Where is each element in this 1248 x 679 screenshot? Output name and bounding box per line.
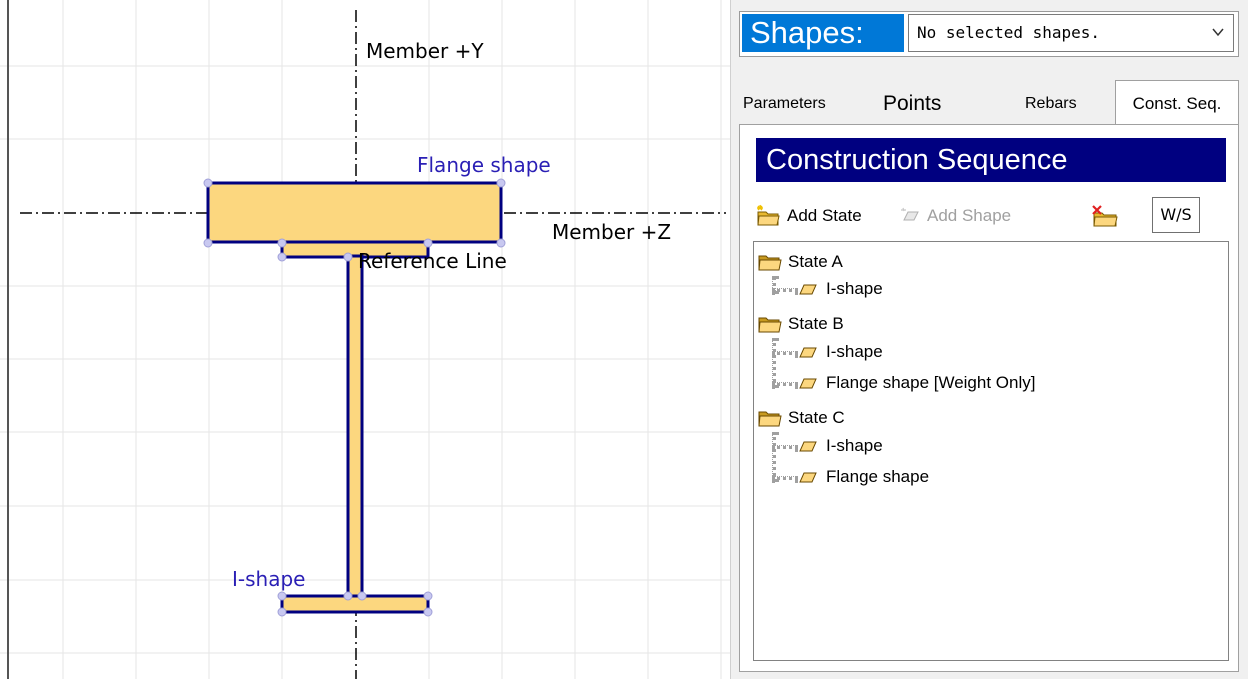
shapes-select-value: No selected shapes. — [917, 23, 1101, 42]
tree-item-shape[interactable]: Flange shape — [798, 462, 929, 492]
i-shape[interactable] — [280, 238, 430, 614]
construction-sequence-title: Construction Sequence — [756, 138, 1226, 182]
shape-icon — [799, 378, 817, 389]
tree-item-shape[interactable]: I-shape — [798, 274, 883, 304]
folder-icon — [758, 255, 782, 271]
tree-item-label: State B — [788, 314, 844, 333]
shape-icon — [799, 347, 817, 358]
tree-item-label: State A — [788, 252, 843, 271]
shapes-select[interactable]: No selected shapes. — [908, 14, 1234, 52]
construction-sequence-pane: Construction Sequence Add State Add Shap… — [739, 124, 1239, 672]
tab-strip: Parameters Points Rebars Const. Seq. — [739, 80, 1239, 124]
tab-const-seq[interactable]: Const. Seq. — [1115, 80, 1239, 124]
folder-add-icon — [757, 204, 780, 226]
shapes-bar: Shapes: No selected shapes. — [739, 11, 1239, 57]
tree-item-label: Flange shape [Weight Only] — [826, 373, 1036, 392]
add-shape-icon — [901, 207, 919, 221]
shape-icon — [799, 284, 817, 295]
axis-y-label: Member +Y — [366, 39, 484, 63]
delete-button[interactable] — [1090, 197, 1120, 235]
construction-tree[interactable]: State A I-shape State B I-shape Flange s… — [753, 241, 1229, 661]
shape-icon — [799, 472, 817, 483]
grid — [0, 0, 730, 679]
tree-item-shape[interactable]: I-shape — [798, 337, 883, 367]
shape-icon — [799, 441, 817, 452]
shapes-panel: Shapes: No selected shapes. Parameters P… — [730, 0, 1248, 679]
reference-line-label: Reference Line — [358, 249, 507, 273]
tab-points[interactable]: Points — [883, 86, 941, 122]
tree-item-state-c[interactable]: State C — [758, 403, 845, 433]
tree-item-label: I-shape — [826, 342, 883, 361]
tab-parameters[interactable]: Parameters — [743, 86, 826, 122]
tree-item-state-b[interactable]: State B — [758, 309, 844, 339]
flange-shape-label: Flange shape — [417, 153, 551, 177]
toolbar: Add State Add Shape W/S — [756, 197, 1226, 235]
tree-item-label: I-shape — [826, 436, 883, 455]
ws-button[interactable]: W/S — [1152, 197, 1200, 233]
tree-item-label: Flange shape — [826, 467, 930, 486]
shapes-label: Shapes: — [742, 14, 904, 52]
drawing-canvas[interactable]: Member +Y Member +Z Reference Line Flang… — [0, 0, 730, 679]
folder-icon — [758, 317, 782, 333]
tree-item-shape[interactable]: Flange shape [Weight Only] — [798, 368, 1035, 398]
add-shape-label: Add Shape — [927, 206, 1012, 225]
tree-item-label: State C — [788, 408, 845, 427]
i-shape-label: I-shape — [232, 567, 305, 591]
tab-rebars[interactable]: Rebars — [1025, 86, 1077, 122]
add-state-button[interactable]: Add State — [756, 197, 862, 235]
add-shape-button[interactable]: Add Shape — [900, 197, 1011, 235]
tree-item-state-a[interactable]: State A — [758, 247, 843, 277]
tree-item-shape[interactable]: I-shape — [798, 431, 883, 461]
chevron-down-icon — [1212, 28, 1224, 37]
flange-shape[interactable] — [206, 181, 503, 244]
axis-z-label: Member +Z — [552, 220, 671, 244]
add-state-label: Add State — [787, 206, 862, 225]
tree-item-label: I-shape — [826, 279, 883, 298]
section-drawing[interactable]: Member +Y Member +Z Reference Line Flang… — [0, 0, 730, 679]
folder-delete-icon — [1092, 205, 1118, 227]
folder-icon — [758, 411, 782, 427]
